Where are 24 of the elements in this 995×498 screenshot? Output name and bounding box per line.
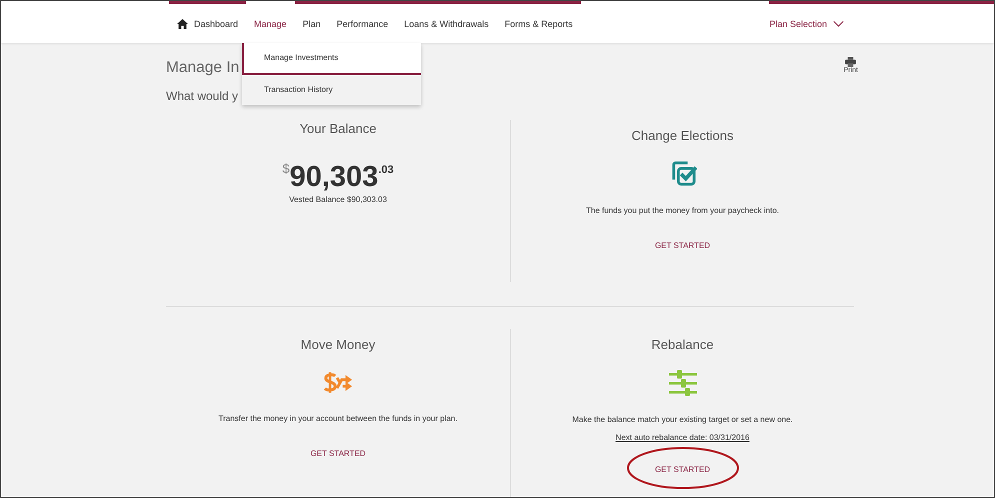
card-title: Rebalance — [651, 337, 714, 352]
page-subheading: What would y — [166, 89, 240, 103]
get-started-link[interactable]: GET STARTED — [310, 449, 366, 458]
dollar-arrows-icon — [323, 370, 353, 395]
card-description: Transfer the money in your account between the funds in your plan. — [218, 414, 458, 423]
plan-selection-dropdown[interactable]: Plan Selection — [769, 4, 844, 43]
get-started-link[interactable]: GET STARTED — [654, 465, 710, 474]
nav-tab[interactable]: Forms & Reports — [496, 1, 581, 43]
rebalance-date-note: Next auto rebalance date: 03/31/2016 — [616, 433, 750, 442]
get-started-link[interactable]: GET STARTED — [654, 241, 710, 250]
sliders-icon — [668, 370, 696, 396]
balance-amount: $^{$}$90,303$^{.03}$ — [282, 160, 394, 192]
vested-balance: Vested Balance $90,303.03 — [289, 195, 387, 204]
card-title: Your Balance — [300, 121, 376, 136]
printer-icon — [845, 57, 856, 67]
nav-tab[interactable]: Dashboard — [169, 1, 246, 43]
card-description: The funds you put the money from your paycheck into. — [586, 206, 779, 215]
menu-item[interactable]: Transaction History — [242, 75, 421, 105]
home-icon — [177, 18, 188, 28]
page-heading: Manage In — [166, 58, 240, 78]
card-title: Move Money — [300, 337, 376, 352]
card-description: Make the balance match your existing target or set a new one. — [572, 415, 793, 424]
chevron-down-icon — [833, 20, 844, 26]
card-title: Change Elections — [632, 128, 734, 143]
